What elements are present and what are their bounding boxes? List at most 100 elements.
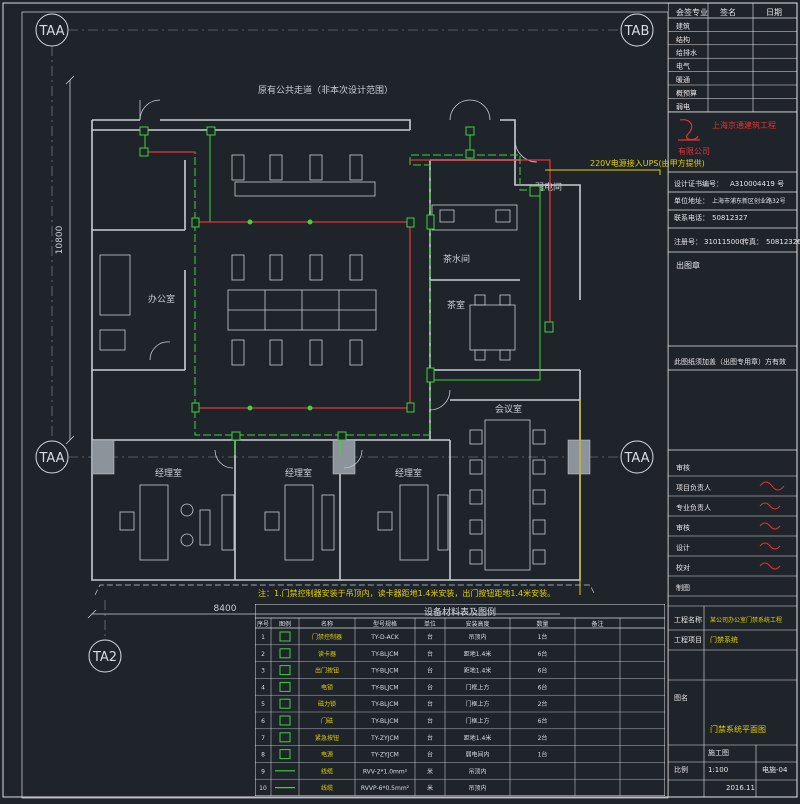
tb-role-label: 项目负责人 [676, 483, 711, 492]
controller-icon [529, 185, 541, 197]
approval-note: 此图纸须加盖（出图专用章）方有效 [674, 357, 786, 366]
legend-cell: 门框上方 [465, 700, 489, 708]
legend-cell: 距地1.4米 [464, 667, 492, 675]
legend-cell: 吊顶内 [468, 767, 486, 775]
axis-label-tab-top: TAB [624, 24, 650, 39]
legend-cell: RVV-2*1.0mm² [363, 768, 408, 775]
door-contact-icon [406, 217, 415, 228]
legend-cell: 紧急按钮 [315, 734, 339, 742]
door-contact-icon [191, 402, 200, 413]
drawing-name: 门禁系统平面图 [710, 724, 766, 734]
legend-cell: 台 [427, 667, 433, 675]
title-block: 会签专业 签名 日期 建筑 结构 给排水 电气 暖通 概预算 弱电 上海京通建筑工程 有限公… [667, 0, 800, 800]
legend-header: 图例 [279, 620, 291, 628]
card-reader-icon [206, 126, 216, 136]
legend-device-icon [279, 698, 291, 709]
legend-cell: RVVP-6*0.5mm² [361, 785, 410, 792]
tb-header-dept: 会签专业 [676, 7, 708, 17]
legend-device-icon [279, 715, 291, 726]
legend-cell: 6台 [538, 717, 548, 725]
legend-device-icon [279, 732, 291, 743]
room-manager-a: 经理室 [155, 467, 182, 479]
legend-cell: 9 [261, 768, 265, 775]
room-office: 办公室 [148, 293, 175, 305]
power-feed-line [545, 169, 661, 175]
legend-cell: 门框上方 [465, 683, 489, 691]
date: 2016.11 [726, 784, 755, 792]
access-devices [139, 126, 554, 441]
legend-cell: TY-D-ACK [370, 634, 400, 641]
legend-cell: 台 [427, 683, 433, 691]
fax-label: 传真： [742, 237, 763, 246]
legend-header: 备注 [591, 620, 603, 628]
company-logo-icon [678, 119, 700, 141]
legend-cell: 出门按钮 [315, 667, 339, 675]
tb-sign-row-label: 建筑 [676, 21, 690, 30]
legend-cell: 2 [261, 651, 265, 658]
dimension-horizontal: 8400 [214, 604, 237, 614]
legend-cell: 吊顶内 [468, 784, 486, 792]
project-label: 工程名称 [674, 615, 702, 624]
legend-cell: 吊顶内 [468, 633, 486, 641]
electric-lock-icon [426, 367, 435, 383]
dimension-vertical: 10800 [55, 225, 65, 254]
company-line1: 上海京通建筑工程 [712, 120, 776, 130]
axis-label-taa-top: TAA [38, 24, 64, 39]
tb-header-sign: 签名 [720, 7, 736, 17]
legend-cell: 6台 [538, 683, 548, 691]
reg-no: 310115000 [704, 238, 744, 246]
tb-role-label: 校对 [676, 563, 690, 572]
legend-header: 型号规格 [373, 620, 397, 628]
legend-cell: 2台 [538, 734, 548, 742]
legend-device-icon [279, 648, 291, 659]
cert-label: 设计证书编号： [674, 179, 723, 188]
legend-cell: 门磁 [321, 717, 333, 725]
legend-device-icon [279, 681, 291, 692]
legend-cell: 1 [261, 634, 265, 641]
legend-cell: 米 [427, 767, 433, 775]
project-name: 某公司办公室门禁系统工程 [710, 616, 782, 624]
legend-cell: 7 [261, 735, 265, 742]
tb-role-label: 制图 [676, 583, 690, 592]
legend-cell: TY-BLJCM [370, 684, 398, 691]
legend-device-icon [279, 665, 291, 676]
sheet-no: 电施-04 [762, 765, 788, 774]
address-label: 单位地址： [674, 196, 709, 205]
legend-cell: 米 [427, 784, 433, 792]
exit-button-icon [465, 149, 475, 159]
legend-title: 设备材料表及图例 [424, 606, 496, 618]
legend-cell: TY-BLJCM [370, 668, 398, 675]
legend-header: 安装高度 [465, 620, 489, 628]
tb-role-label: 设计 [676, 543, 690, 552]
cert-no: A310004419 号 [730, 180, 784, 188]
scale: 1:100 [708, 766, 728, 774]
tb-header-date: 日期 [766, 8, 782, 17]
room-manager-b: 经理室 [285, 467, 312, 479]
legend-cell: 台 [427, 717, 433, 725]
legend-cell: TY-BLJCM [370, 651, 398, 658]
legend-cell: TY-ZYJCM [370, 752, 399, 759]
item-name: 门禁系统 [710, 635, 738, 644]
legend-cell: 1台 [538, 633, 548, 641]
room-tea: 茶水间 [443, 253, 470, 265]
axis-label-ta2: TA2 [92, 650, 117, 665]
stamp-label: 出图章 [676, 260, 700, 270]
tb-sign-row-label: 暖通 [676, 75, 690, 84]
legend-cell: 弱电间内 [465, 751, 489, 759]
card-reader-icon [231, 431, 241, 441]
legend-cell: 台 [427, 751, 433, 759]
address: 上海市浦东新区创业路32号 [712, 197, 786, 205]
legend-table: 设备材料表及图例 序号 图例 名称 型号规格 单位 安装高度 数量 备注 1 门禁控制器 TY-D… [254, 603, 666, 797]
legend-header: 数量 [536, 620, 548, 628]
legend-cell: 台 [427, 734, 433, 742]
legend-cell: TY-BLJCM [370, 701, 398, 708]
axis-bubbles [35, 13, 654, 673]
reg-label: 注册号： [674, 237, 702, 246]
axis-label-taa-left: TAA [38, 451, 64, 466]
company-line2: 有限公司 [678, 146, 710, 156]
tb-sign-row-label: 弱电 [676, 102, 690, 111]
access-zone-boundary [145, 151, 545, 436]
legend-cell: 6台 [538, 650, 548, 658]
room-meeting: 会议室 [495, 403, 522, 415]
legend-cell: 6 [261, 718, 265, 725]
